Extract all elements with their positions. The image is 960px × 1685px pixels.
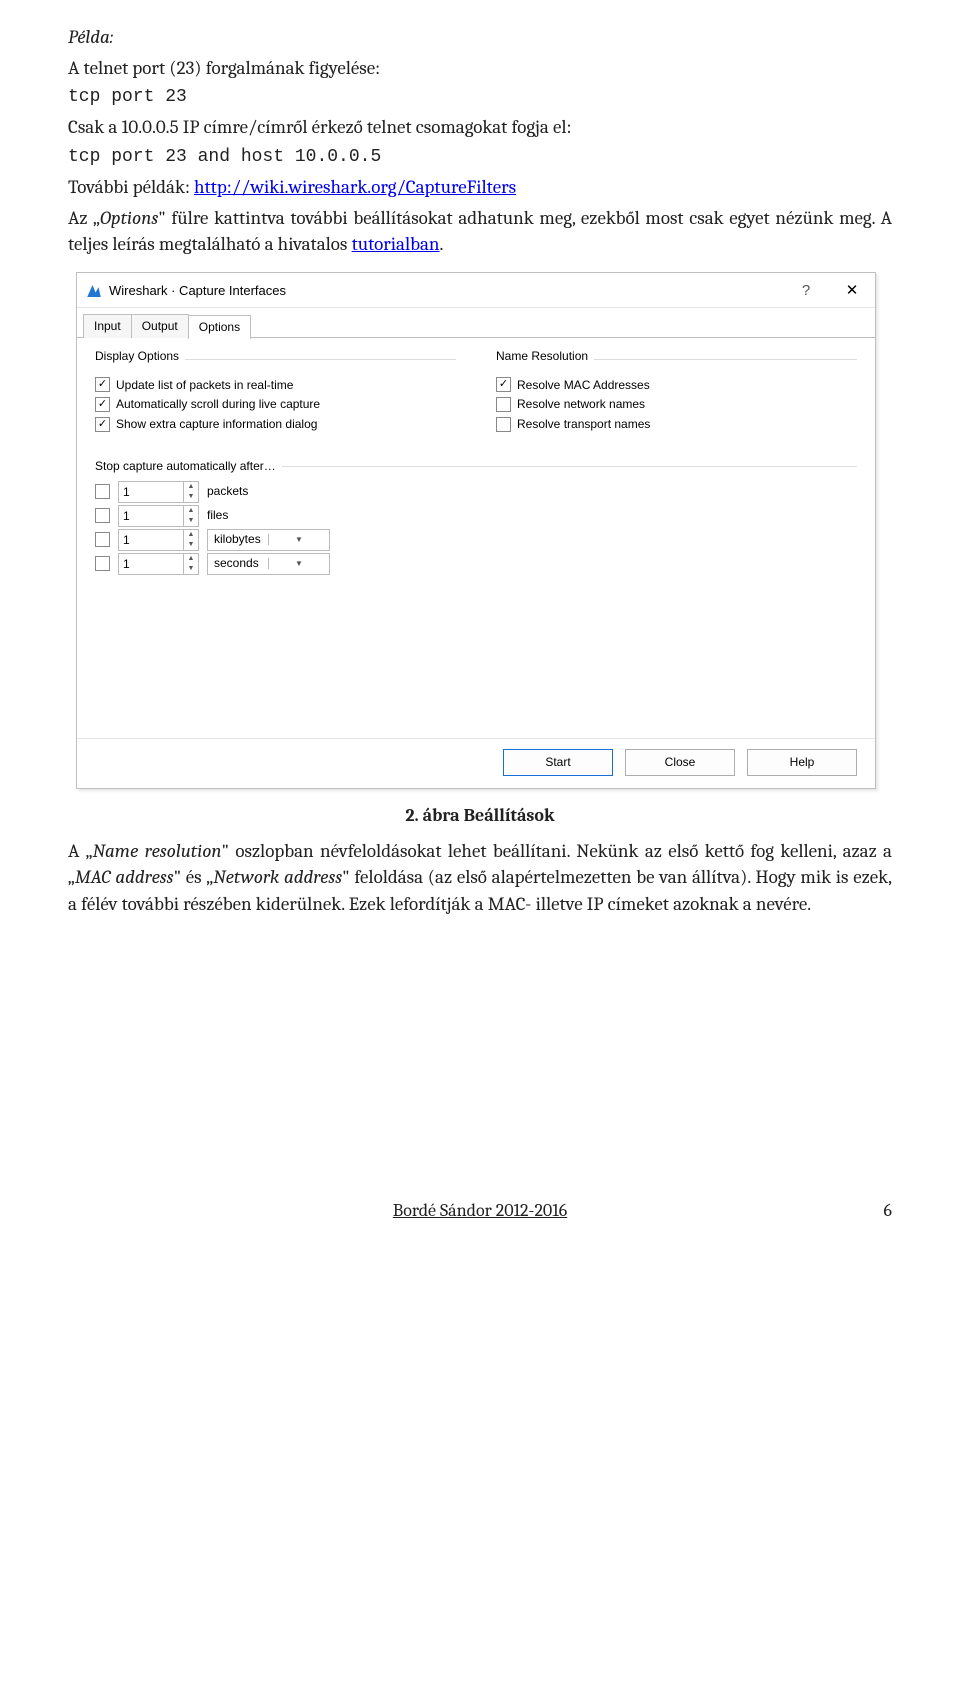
example-line-2: Csak a 10.0.0.5 IP címre/címről érkező t… — [68, 114, 892, 141]
titlebar: Wireshark · Capture Interfaces ? ✕ — [77, 273, 875, 308]
name-resolution-paragraph: A „Name resolution" oszlopban névfeloldá… — [68, 838, 892, 918]
close-button[interactable]: Close — [625, 749, 735, 776]
options-paragraph: Az „Options" fülre kattintva további beá… — [68, 205, 892, 258]
cb-row-trans: Resolve transport names — [496, 416, 857, 433]
spin-sec[interactable]: ▲▼ — [118, 553, 199, 575]
page-footer: Bordé Sándor 2012-2016 6 — [68, 1198, 892, 1223]
para-post: " fülre kattintva további beállításokat … — [68, 207, 892, 256]
spin-up-icon[interactable]: ▲ — [184, 530, 198, 540]
tab-options[interactable]: Options — [188, 315, 251, 339]
spin-files-input[interactable] — [119, 506, 183, 526]
checkbox-scroll[interactable] — [95, 397, 110, 412]
tabs: Input Output Options — [83, 314, 875, 338]
tab-input[interactable]: Input — [83, 314, 132, 338]
cb-row-scroll: Automatically scroll during live capture — [95, 396, 456, 413]
spin-down-icon[interactable]: ▼ — [184, 540, 198, 550]
tutorial-link[interactable]: tutorialban — [352, 233, 440, 255]
checkbox-stop-packets[interactable] — [95, 484, 110, 499]
more-examples-line: További példák: http://wiki.wireshark.or… — [68, 174, 892, 201]
display-options-label: Display Options — [95, 348, 179, 365]
chevron-down-icon: ▼ — [268, 558, 329, 569]
example-heading: Példa: — [68, 24, 892, 51]
spin-kb[interactable]: ▲▼ — [118, 529, 199, 551]
checkbox-extra[interactable] — [95, 417, 110, 432]
unit-packets: packets — [207, 483, 257, 500]
dialog-buttons: Start Close Help — [77, 738, 875, 788]
label-extra: Show extra capture information dialog — [116, 416, 317, 433]
options-term: Options — [100, 207, 158, 229]
spin-up-icon[interactable]: ▲ — [184, 482, 198, 492]
example-code-2: tcp port 23 and host 10.0.0.5 — [68, 145, 892, 170]
checkbox-stop-kb[interactable] — [95, 532, 110, 547]
p2-i1: Name resolution — [93, 840, 222, 862]
combo-kb-value: kilobytes — [208, 531, 268, 548]
combo-sec-value: seconds — [208, 555, 268, 572]
spin-down-icon[interactable]: ▼ — [184, 564, 198, 574]
cb-row-update: Update list of packets in real-time — [95, 377, 456, 394]
label-update: Update list of packets in real-time — [116, 377, 293, 394]
capture-filters-link[interactable]: http://wiki.wireshark.org/CaptureFilters — [194, 176, 516, 198]
wireshark-dialog: Wireshark · Capture Interfaces ? ✕ Input… — [76, 272, 876, 789]
checkbox-net[interactable] — [496, 397, 511, 412]
help-button[interactable]: Help — [747, 749, 857, 776]
spin-up-icon[interactable]: ▲ — [184, 554, 198, 564]
p2-mid2: " és „ — [174, 866, 214, 888]
checkbox-stop-sec[interactable] — [95, 556, 110, 571]
name-resolution-label: Name Resolution — [496, 348, 588, 365]
spin-packets-input[interactable] — [119, 482, 183, 502]
p2-i3: Network address — [213, 866, 342, 888]
cb-row-net: Resolve network names — [496, 396, 857, 413]
example-line-1: A telnet port (23) forgalmának figyelése… — [68, 55, 892, 82]
unit-files: files — [207, 507, 257, 524]
stop-row-files: ▲▼ files — [95, 505, 857, 527]
spin-files[interactable]: ▲▼ — [118, 505, 199, 527]
example-code-1: tcp port 23 — [68, 85, 892, 110]
checkbox-mac[interactable] — [496, 377, 511, 392]
window-title: Wireshark · Capture Interfaces — [109, 282, 783, 300]
titlebar-help-button[interactable]: ? — [783, 280, 829, 301]
spin-sec-input[interactable] — [119, 554, 183, 574]
stop-row-sec: ▲▼ seconds ▼ — [95, 553, 857, 575]
combo-kb[interactable]: kilobytes ▼ — [207, 529, 330, 551]
p2-i2: MAC address — [75, 866, 174, 888]
cb-row-mac: Resolve MAC Addresses — [496, 377, 857, 394]
tab-output[interactable]: Output — [131, 314, 189, 338]
label-net: Resolve network names — [517, 396, 645, 413]
footer-page-number: 6 — [884, 1198, 892, 1223]
wireshark-logo-icon — [85, 282, 103, 300]
spin-kb-input[interactable] — [119, 530, 183, 550]
label-scroll: Automatically scroll during live capture — [116, 396, 320, 413]
stop-row-kb: ▲▼ kilobytes ▼ — [95, 529, 857, 551]
p2-pre: A „ — [68, 840, 93, 862]
tab-content: Display Options Update list of packets i… — [77, 337, 875, 738]
para-pre: Az „ — [68, 207, 100, 229]
chevron-down-icon: ▼ — [268, 534, 329, 545]
checkbox-update[interactable] — [95, 377, 110, 392]
combo-sec[interactable]: seconds ▼ — [207, 553, 330, 575]
stop-capture-label: Stop capture automatically after… — [95, 458, 276, 475]
checkbox-stop-files[interactable] — [95, 508, 110, 523]
para-period: . — [440, 233, 444, 255]
spin-down-icon[interactable]: ▼ — [184, 492, 198, 502]
label-trans: Resolve transport names — [517, 416, 650, 433]
footer-author: Bordé Sándor 2012-2016 — [393, 1200, 567, 1221]
start-button[interactable]: Start — [503, 749, 613, 776]
checkbox-trans[interactable] — [496, 417, 511, 432]
titlebar-close-button[interactable]: ✕ — [829, 280, 875, 301]
spin-packets[interactable]: ▲▼ — [118, 481, 199, 503]
stop-row-packets: ▲▼ packets — [95, 481, 857, 503]
label-mac: Resolve MAC Addresses — [517, 377, 650, 394]
figure-caption: 2. ábra Beállítások — [68, 803, 892, 828]
cb-row-extra: Show extra capture information dialog — [95, 416, 456, 433]
more-examples-label: További példák: — [68, 176, 194, 198]
spin-up-icon[interactable]: ▲ — [184, 506, 198, 516]
spin-down-icon[interactable]: ▼ — [184, 516, 198, 526]
